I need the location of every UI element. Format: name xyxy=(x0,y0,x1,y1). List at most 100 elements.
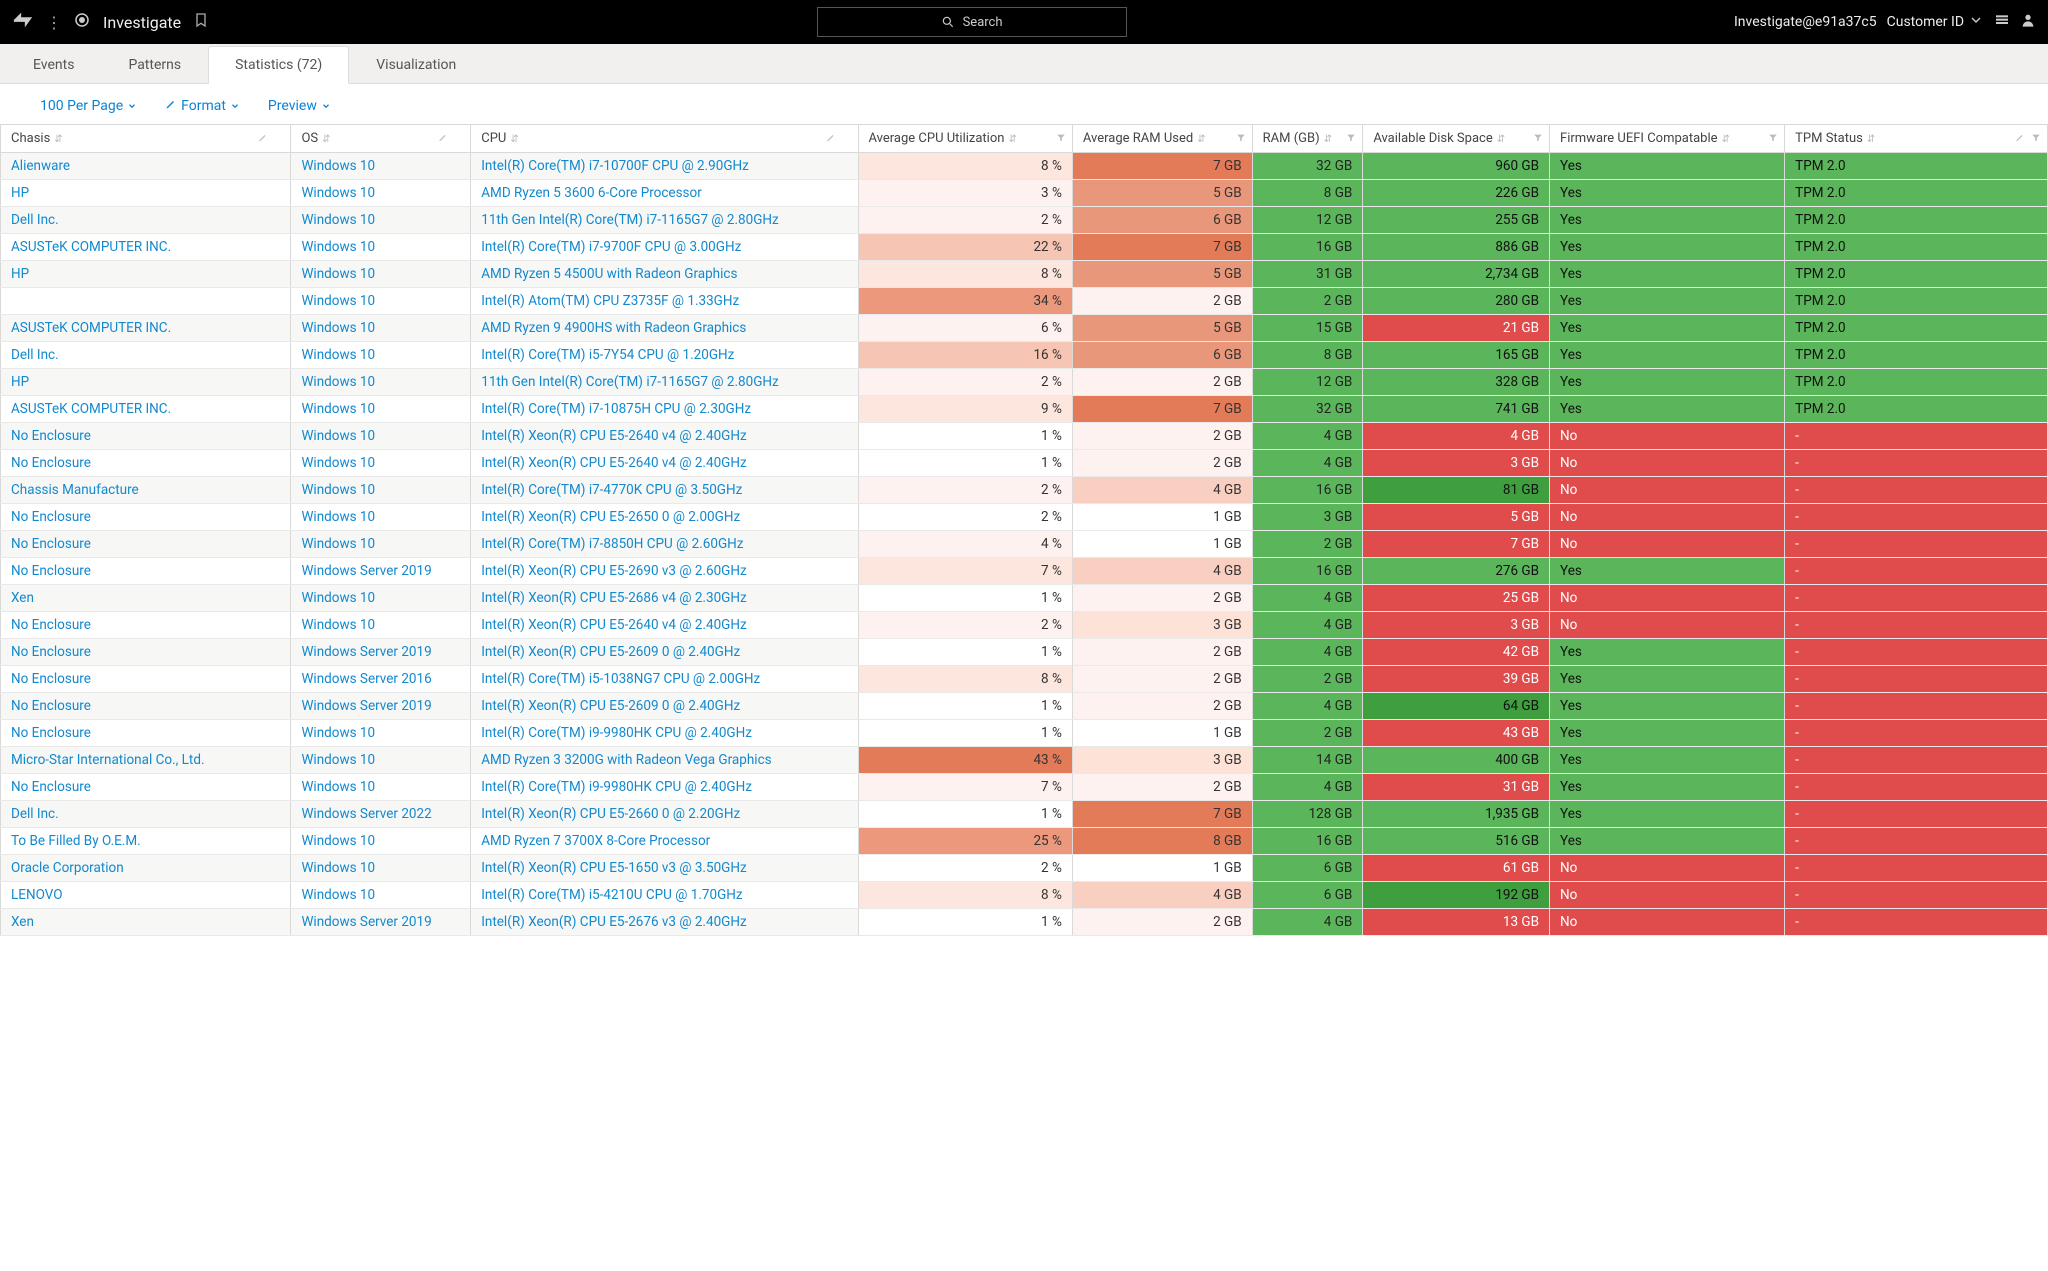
customer-id-dropdown[interactable]: Customer ID xyxy=(1887,12,1984,32)
cell[interactable]: Intel(R) Core(TM) i7-8850H CPU @ 2.60GHz xyxy=(471,531,858,558)
cell[interactable]: ASUSTeK COMPUTER INC. xyxy=(1,234,291,261)
link[interactable]: Intel(R) Core(TM) i5-4210U CPU @ 1.70GHz xyxy=(481,887,742,903)
cell[interactable]: Intel(R) Core(TM) i7-10875H CPU @ 2.30GH… xyxy=(471,396,858,423)
sort-icon[interactable]: ⇵ xyxy=(1324,134,1332,145)
link[interactable]: Windows 10 xyxy=(301,158,375,174)
link[interactable]: Alienware xyxy=(11,158,70,174)
cell[interactable]: Windows 10 xyxy=(291,261,471,288)
cell[interactable]: Intel(R) Core(TM) i9-9980HK CPU @ 2.40GH… xyxy=(471,774,858,801)
cell[interactable]: Windows Server 2019 xyxy=(291,693,471,720)
cell[interactable]: Intel(R) Core(TM) i7-4770K CPU @ 3.50GHz xyxy=(471,477,858,504)
link[interactable]: Intel(R) Core(TM) i7-9700F CPU @ 3.00GHz xyxy=(481,239,741,255)
link[interactable]: Windows 10 xyxy=(301,293,375,309)
sort-icon[interactable]: ⇵ xyxy=(1867,134,1875,145)
cell[interactable]: Windows 10 xyxy=(291,828,471,855)
cell[interactable]: Intel(R) Xeon(R) CPU E5-2690 v3 @ 2.60GH… xyxy=(471,558,858,585)
col-chasis[interactable]: Chasis⇵ xyxy=(1,125,291,153)
cell[interactable]: Windows 10 xyxy=(291,477,471,504)
cell[interactable] xyxy=(1,288,291,315)
filter-icon[interactable] xyxy=(1533,131,1543,146)
link[interactable]: 11th Gen Intel(R) Core(TM) i7-1165G7 @ 2… xyxy=(481,374,779,390)
filter-icon[interactable] xyxy=(1056,131,1066,146)
link[interactable]: Intel(R) Core(TM) i7-10875H CPU @ 2.30GH… xyxy=(481,401,751,417)
cell[interactable]: No Enclosure xyxy=(1,693,291,720)
filter-icon[interactable] xyxy=(1346,131,1356,146)
cell[interactable]: AMD Ryzen 3 3200G with Radeon Vega Graph… xyxy=(471,747,858,774)
link[interactable]: No Enclosure xyxy=(11,455,91,471)
link[interactable]: Oracle Corporation xyxy=(11,860,124,876)
cell[interactable]: No Enclosure xyxy=(1,612,291,639)
cell[interactable]: Windows 10 xyxy=(291,720,471,747)
cell[interactable]: Intel(R) Xeon(R) CPU E5-2609 0 @ 2.40GHz xyxy=(471,693,858,720)
cell[interactable]: Intel(R) Xeon(R) CPU E5-2609 0 @ 2.40GHz xyxy=(471,639,858,666)
cell[interactable]: 11th Gen Intel(R) Core(TM) i7-1165G7 @ 2… xyxy=(471,369,858,396)
cell[interactable]: Micro-Star International Co., Ltd. xyxy=(1,747,291,774)
bookmark-icon[interactable] xyxy=(193,12,209,32)
cell[interactable]: Windows 10 xyxy=(291,585,471,612)
link[interactable]: Windows Server 2019 xyxy=(301,644,431,660)
link[interactable]: Intel(R) Xeon(R) CPU E5-2686 v4 @ 2.30GH… xyxy=(481,590,746,606)
link[interactable]: Micro-Star International Co., Ltd. xyxy=(11,752,205,768)
col-avg_ram[interactable]: Average RAM Used⇵ xyxy=(1072,125,1252,153)
filter-icon[interactable] xyxy=(1236,131,1246,146)
filter-icon[interactable] xyxy=(1768,131,1778,146)
link[interactable]: No Enclosure xyxy=(11,509,91,525)
target-icon[interactable] xyxy=(73,11,91,33)
link[interactable]: Windows 10 xyxy=(301,779,375,795)
cell[interactable]: Intel(R) Core(TM) i9-9980HK CPU @ 2.40GH… xyxy=(471,720,858,747)
cell[interactable]: HP xyxy=(1,261,291,288)
link[interactable]: Windows Server 2019 xyxy=(301,698,431,714)
link[interactable]: Intel(R) Core(TM) i9-9980HK CPU @ 2.40GH… xyxy=(481,725,752,741)
cell[interactable]: LENOVO xyxy=(1,882,291,909)
pencil-icon[interactable] xyxy=(2015,131,2025,146)
link[interactable]: 11th Gen Intel(R) Core(TM) i7-1165G7 @ 2… xyxy=(481,212,779,228)
cell[interactable]: Windows Server 2019 xyxy=(291,558,471,585)
cell[interactable]: Windows 10 xyxy=(291,504,471,531)
link[interactable]: Intel(R) Xeon(R) CPU E5-2609 0 @ 2.40GHz xyxy=(481,698,740,714)
link[interactable]: Intel(R) Xeon(R) CPU E5-1650 v3 @ 3.50GH… xyxy=(481,860,746,876)
link[interactable]: No Enclosure xyxy=(11,698,91,714)
cell[interactable]: Windows 10 xyxy=(291,153,471,180)
cell[interactable]: Windows Server 2016 xyxy=(291,666,471,693)
cell[interactable]: Windows 10 xyxy=(291,450,471,477)
link[interactable]: Windows 10 xyxy=(301,455,375,471)
cell[interactable]: No Enclosure xyxy=(1,450,291,477)
cell[interactable]: AMD Ryzen 7 3700X 8-Core Processor xyxy=(471,828,858,855)
link[interactable]: HP xyxy=(11,374,29,390)
cell[interactable]: Windows 10 xyxy=(291,234,471,261)
cell[interactable]: Windows 10 xyxy=(291,774,471,801)
cell[interactable]: Dell Inc. xyxy=(1,801,291,828)
link[interactable]: Windows 10 xyxy=(301,185,375,201)
cell[interactable]: No Enclosure xyxy=(1,639,291,666)
cell[interactable]: Windows Server 2019 xyxy=(291,639,471,666)
link[interactable]: AMD Ryzen 5 3600 6-Core Processor xyxy=(481,185,702,201)
link[interactable]: Windows 10 xyxy=(301,887,375,903)
col-avg_cpu[interactable]: Average CPU Utilization⇵ xyxy=(858,125,1072,153)
cell[interactable]: ASUSTeK COMPUTER INC. xyxy=(1,396,291,423)
link[interactable]: No Enclosure xyxy=(11,725,91,741)
cell[interactable]: HP xyxy=(1,180,291,207)
link[interactable]: Intel(R) Atom(TM) CPU Z3735F @ 1.33GHz xyxy=(481,293,739,309)
link[interactable]: LENOVO xyxy=(11,887,63,903)
cell[interactable]: Xen xyxy=(1,909,291,936)
link[interactable]: Windows Server 2022 xyxy=(301,806,431,822)
link[interactable]: Windows 10 xyxy=(301,212,375,228)
link[interactable]: Windows 10 xyxy=(301,428,375,444)
sort-icon[interactable]: ⇵ xyxy=(1497,134,1505,145)
link[interactable]: No Enclosure xyxy=(11,671,91,687)
link[interactable]: Xen xyxy=(11,590,34,606)
link[interactable]: No Enclosure xyxy=(11,617,91,633)
link[interactable]: Windows 10 xyxy=(301,590,375,606)
link[interactable]: Intel(R) Xeon(R) CPU E5-2690 v3 @ 2.60GH… xyxy=(481,563,746,579)
link[interactable]: Intel(R) Xeon(R) CPU E5-2640 v4 @ 2.40GH… xyxy=(481,617,746,633)
cell[interactable]: AMD Ryzen 9 4900HS with Radeon Graphics xyxy=(471,315,858,342)
sort-icon[interactable]: ⇵ xyxy=(1197,134,1205,145)
cell[interactable]: Intel(R) Xeon(R) CPU E5-2640 v4 @ 2.40GH… xyxy=(471,450,858,477)
link[interactable]: Intel(R) Xeon(R) CPU E5-2676 v3 @ 2.40GH… xyxy=(481,914,746,930)
link[interactable]: Windows 10 xyxy=(301,752,375,768)
link[interactable]: Windows 10 xyxy=(301,860,375,876)
cell[interactable]: Windows 10 xyxy=(291,882,471,909)
link[interactable]: Windows 10 xyxy=(301,374,375,390)
link[interactable]: Dell Inc. xyxy=(11,347,59,363)
link[interactable]: No Enclosure xyxy=(11,428,91,444)
